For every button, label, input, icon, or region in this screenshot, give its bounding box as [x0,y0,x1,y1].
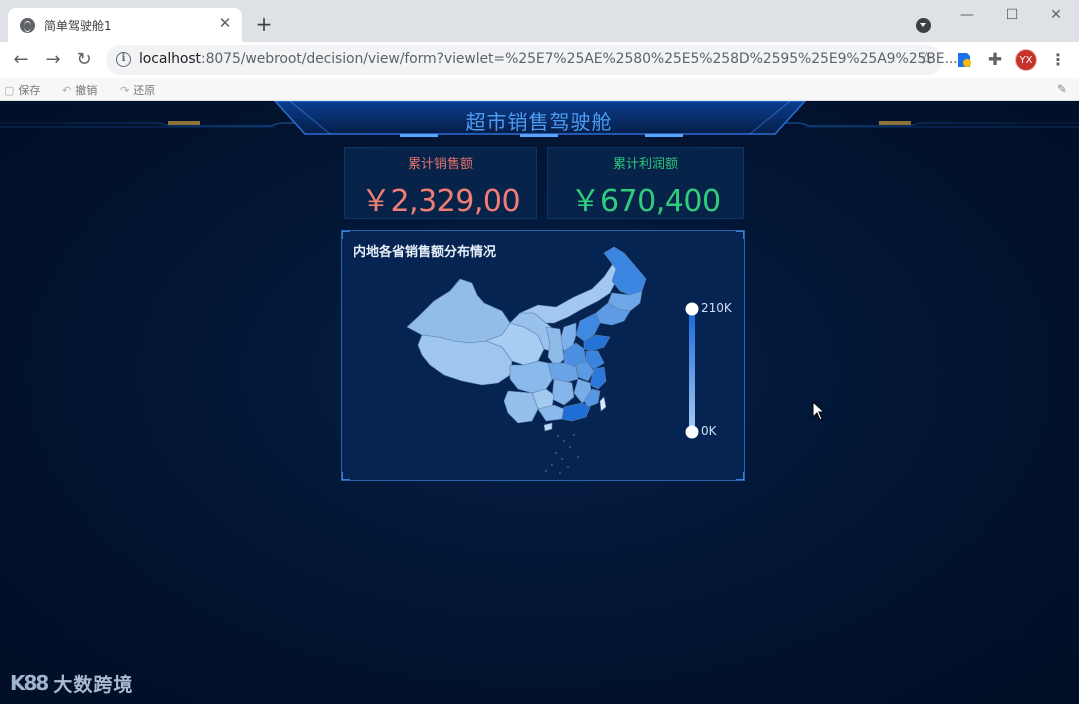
kpi-value: ￥2,329,00 [360,184,521,219]
menu-icon[interactable]: ⋮ [1050,49,1066,71]
redo-button[interactable]: ↷ 还原 [120,82,155,98]
globe-icon [20,18,35,33]
dashboard-title: 超市销售驾驶舱 [465,110,613,134]
visual-map-handle-max[interactable] [685,302,699,316]
watermark-text: 大数跨境 [53,673,134,696]
kpi-card-sales: 累计销售额 ￥2,329,00 [344,147,537,219]
map-panel: 内地各省销售额分布情况 210K 0K [341,230,745,481]
kpi-card-profit: 累计利润额 ￥670,400 [547,147,744,219]
kpi-label: 累计利润额 [612,157,678,172]
china-map [342,231,744,480]
cursor-icon [812,401,826,421]
region-hunan[interactable] [551,378,575,406]
reload-icon[interactable]: ↻ [72,48,96,72]
close-icon[interactable]: ✕ [216,14,234,32]
browser-tab[interactable]: 简单驾驶舱1 ✕ [8,8,242,42]
puzzle-icon[interactable]: ✚ [985,50,1005,70]
visual-map-bar[interactable] [689,309,695,432]
url-text[interactable]: localhost:8075/webroot/decision/view/for… [139,51,958,67]
save-icon: ▢ [4,84,15,97]
undo-icon: ↶ [62,84,72,97]
watermark-logo: K88 [10,671,49,695]
undo-button[interactable]: ↶ 撤销 [62,82,97,98]
star-icon[interactable]: ☆ [919,49,934,69]
minimize-icon[interactable]: — [952,4,982,26]
south-sea-islands [545,434,579,474]
pin-icon[interactable]: ✎ [1057,82,1067,96]
save-button[interactable]: ▢ 保存 [4,82,40,98]
region-xinjiang[interactable] [406,278,511,344]
info-icon[interactable]: i [116,52,131,67]
visual-map-max-label: 210K [701,301,732,315]
map-title: 内地各省销售额分布情况 [353,245,497,260]
back-icon[interactable]: ← [9,48,33,72]
maximize-icon[interactable]: ☐ [997,4,1027,26]
browser-toolbar: ← → ↻ i localhost:8075/webroot/decision/… [0,42,1079,78]
redo-icon: ↷ [120,84,130,97]
tab-search-icon[interactable] [916,18,931,33]
avatar[interactable]: YX [1015,49,1037,71]
region-taiwan[interactable] [599,396,607,412]
visual-map-handle-min[interactable] [685,425,699,439]
region-yunnan[interactable] [503,390,539,424]
plus-icon[interactable]: + [252,12,276,36]
watermark: K88 大数跨境 [10,668,133,698]
region-guangdong[interactable] [561,402,591,422]
dashboard-canvas: 超市销售驾驶舱 累计销售额 ￥2,329,00 累计利润额 ￥670,400 内… [0,101,1079,704]
address-bar[interactable]: i localhost:8075/webroot/decision/view/f… [106,45,958,75]
kpi-value: ￥670,400 [570,184,721,219]
visual-map-min-label: 0K [701,424,717,438]
tab-title: 简单驾驶舱1 [44,19,112,33]
region-sichuan[interactable] [509,360,555,394]
region-hubei[interactable] [547,362,579,384]
forward-icon[interactable]: → [41,48,65,72]
browser-tab-bar: 简单驾驶舱1 ✕ + — ☐ ✕ [0,0,1079,42]
extension-icon[interactable] [954,50,974,70]
window-close-icon[interactable]: ✕ [1041,4,1071,26]
region-hainan[interactable] [543,422,553,432]
kpi-label: 累计销售额 [407,157,473,172]
report-toolbar: ▢ 保存 ↶ 撤销 ↷ 还原 ✎ [0,78,1079,101]
